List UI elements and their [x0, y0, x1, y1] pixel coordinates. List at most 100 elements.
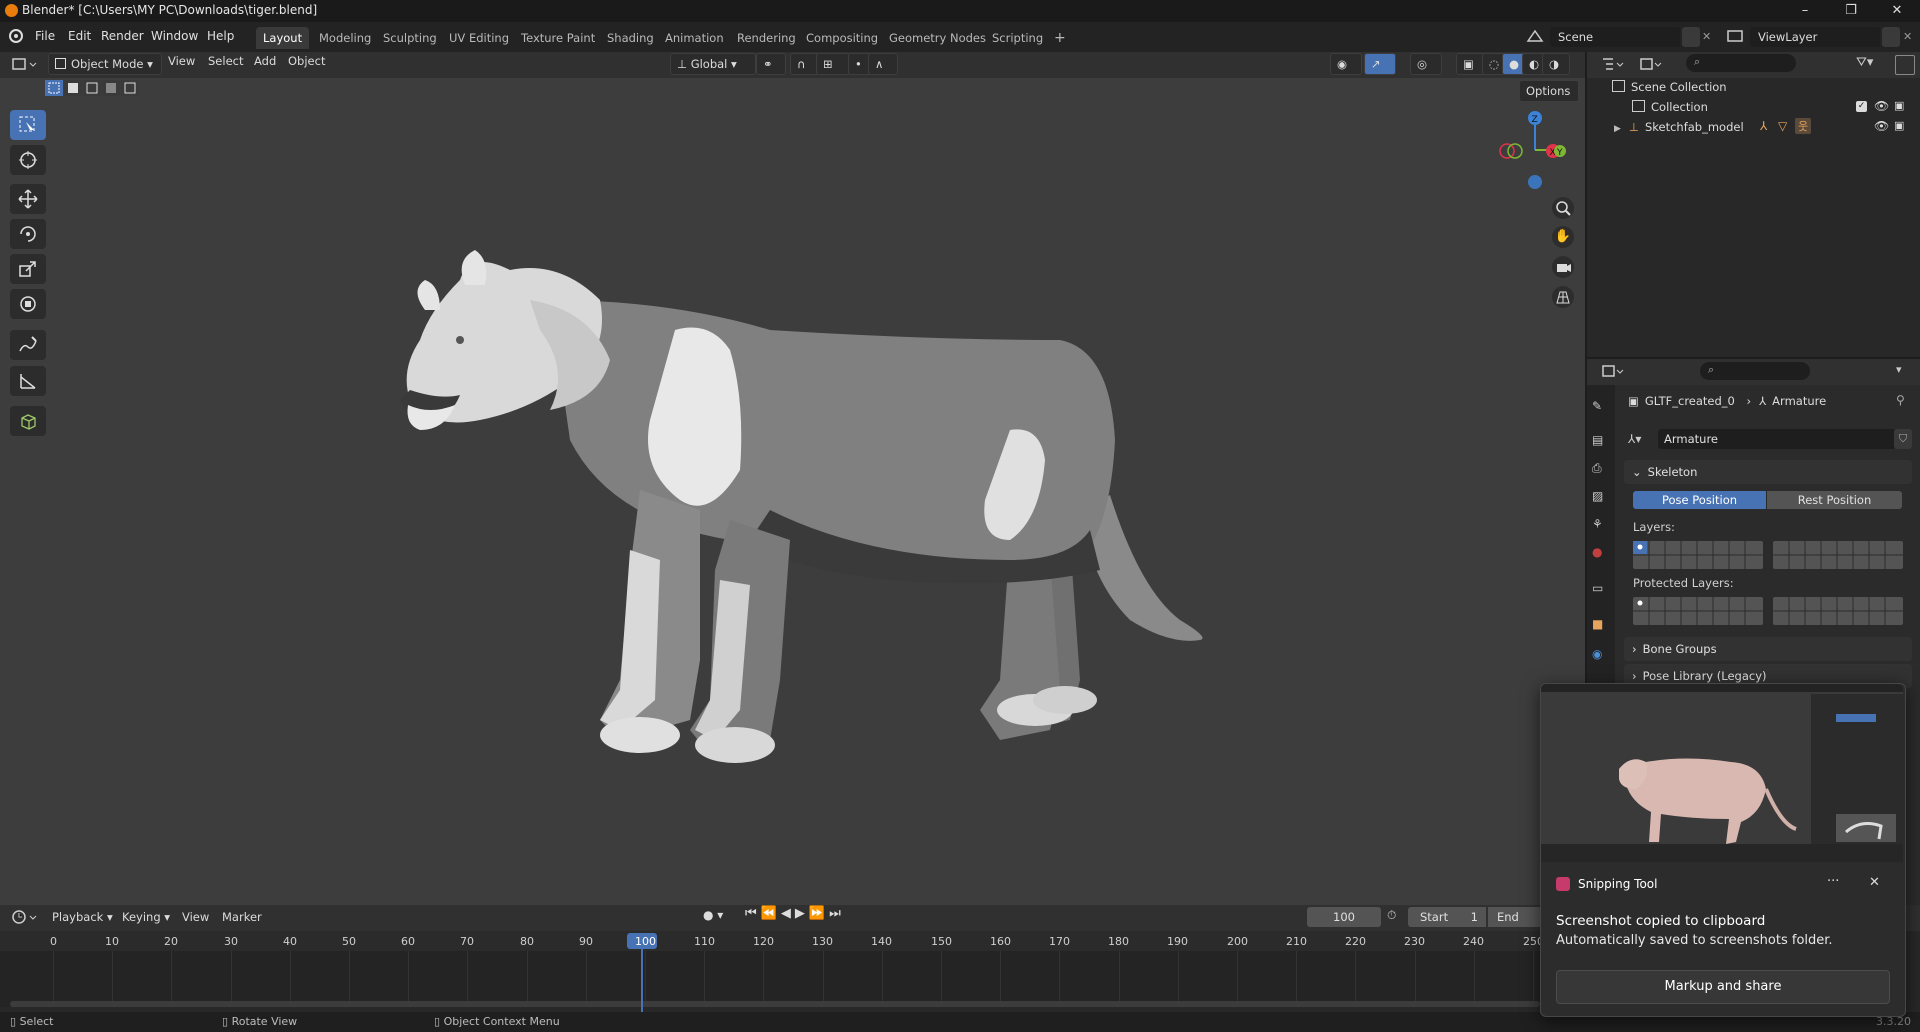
menu-select[interactable]: Select	[208, 54, 243, 68]
remove-viewlayer-icon[interactable]: ✕	[1903, 30, 1912, 43]
mode-selector[interactable]: Object Mode ▾	[48, 53, 162, 75]
armature-data-icon[interactable]: ⅄	[1760, 119, 1767, 133]
filter-icon[interactable]: ⛛▾	[1856, 55, 1886, 73]
eye-icon[interactable]: 👁	[1874, 119, 1889, 133]
display-mode-icon[interactable]	[1638, 55, 1664, 73]
menu-view[interactable]: View	[168, 54, 195, 68]
scene-icon[interactable]	[1525, 27, 1547, 47]
scene-selector[interactable]: Scene	[1550, 27, 1680, 47]
physics-tab-icon[interactable]: ◉	[1592, 647, 1610, 665]
scale-tool[interactable]	[10, 254, 46, 284]
options-button[interactable]: Options	[1519, 80, 1579, 102]
tab-compositing[interactable]: Compositing	[799, 27, 885, 49]
minimize-button[interactable]: –	[1782, 0, 1828, 22]
rendered-shading-icon[interactable]: ◑	[1542, 53, 1570, 75]
outliner-scene-collection[interactable]: Scene Collection	[1612, 78, 1727, 96]
menu-file[interactable]: File	[35, 29, 55, 43]
viewlayer-selector[interactable]: ViewLayer	[1750, 27, 1880, 47]
camera-render-icon[interactable]: ▣	[1894, 99, 1904, 112]
close-window-button[interactable]: ✕	[1874, 0, 1920, 22]
menu-timeline-view[interactable]: View	[182, 910, 209, 924]
bone-groups-panel-header[interactable]: › Bone Groups	[1624, 637, 1912, 661]
protected-layers-grid[interactable]	[1633, 596, 1903, 626]
overlay-icon[interactable]: ◎	[1410, 53, 1442, 75]
tiger-model[interactable]	[370, 240, 1220, 800]
cursor-tool[interactable]	[10, 145, 46, 175]
viewlayer-icon[interactable]	[1725, 27, 1745, 47]
selection-mode-buttons[interactable]	[45, 80, 139, 98]
start-frame-field[interactable]: Start 1	[1408, 907, 1486, 927]
perspective-grid-icon[interactable]	[1552, 286, 1574, 308]
prev-keyframe-icon[interactable]: ⏪	[761, 906, 781, 921]
menu-keying[interactable]: Keying ▾	[122, 910, 170, 924]
fake-user-shield-icon[interactable]: ⛉	[1894, 429, 1912, 449]
play-icon[interactable]: ▶	[795, 906, 809, 921]
tab-uv-editing[interactable]: UV Editing	[442, 27, 516, 49]
new-collection-icon[interactable]	[1895, 55, 1915, 75]
tab-sculpting[interactable]: Sculpting	[376, 27, 444, 49]
pose-position-button[interactable]: Pose Position	[1633, 491, 1766, 509]
remove-scene-icon[interactable]: ✕	[1702, 30, 1711, 43]
select-box-tool[interactable]	[10, 110, 46, 140]
menu-window[interactable]: Window	[151, 29, 198, 43]
new-viewlayer-icon[interactable]	[1882, 27, 1900, 47]
object-tab-icon[interactable]: ■	[1592, 617, 1610, 635]
tab-geometry-nodes[interactable]: Geometry Nodes	[882, 27, 993, 49]
timeline-editor-type-icon[interactable]	[10, 908, 40, 926]
screenshot-thumbnail[interactable]	[1541, 684, 1903, 862]
view-layer-tab-icon[interactable]: ▨	[1592, 489, 1610, 507]
menu-help[interactable]: Help	[207, 29, 234, 43]
armature-name-field[interactable]: Armature	[1658, 429, 1896, 449]
scene-tab-icon[interactable]: ⚘	[1592, 517, 1610, 535]
collection-checkbox[interactable]: ✓	[1856, 101, 1867, 112]
playhead-line[interactable]	[641, 949, 643, 1012]
render-tab-icon[interactable]: ▤	[1592, 433, 1610, 451]
skeleton-panel-header[interactable]: ⌄ Skeleton	[1624, 460, 1912, 484]
preview-range-icon[interactable]: ⏱	[1387, 908, 1405, 926]
world-tab-icon[interactable]: ●	[1592, 545, 1610, 563]
properties-search-input[interactable]: ⌕	[1700, 362, 1810, 380]
transform-orientation-selector[interactable]: ⊥ Global ▾	[670, 53, 756, 75]
end-frame-field[interactable]: End	[1488, 907, 1547, 927]
current-frame-field[interactable]: 100	[1307, 907, 1381, 927]
tool-tab-icon[interactable]: ✎	[1592, 399, 1610, 417]
camera-view-icon[interactable]	[1552, 256, 1574, 278]
menu-render[interactable]: Render	[101, 29, 144, 43]
jump-start-icon[interactable]: ⏮	[745, 906, 761, 921]
armature-browse-icon[interactable]: ⅄▾	[1628, 429, 1656, 449]
tab-shading[interactable]: Shading	[600, 27, 661, 49]
transform-tool[interactable]	[10, 289, 46, 319]
move-tool[interactable]	[10, 184, 46, 214]
playback-controls[interactable]: ⏮⏪◀▶⏩⏭	[745, 906, 865, 928]
toast-close-button[interactable]: ✕	[1869, 875, 1880, 890]
gizmo-toggle-icon[interactable]: ↗	[1364, 53, 1396, 75]
pivot-point-icon[interactable]: ⚭	[756, 53, 786, 75]
maximize-button[interactable]: ❐	[1828, 0, 1874, 22]
navigation-gizmo[interactable]: Z X Y	[1490, 104, 1570, 194]
editor-type-icon[interactable]	[10, 55, 40, 73]
menu-edit[interactable]: Edit	[68, 29, 91, 43]
layers-grid[interactable]	[1633, 540, 1903, 570]
tab-rendering[interactable]: Rendering	[730, 27, 803, 49]
tab-layout[interactable]: Layout	[256, 27, 310, 49]
mesh-data-icon[interactable]: ▽	[1778, 119, 1787, 133]
chevron-down-icon[interactable]: ▾	[1896, 363, 1902, 376]
properties-editor-type-icon[interactable]	[1600, 362, 1626, 380]
collection-tab-icon[interactable]: ▭	[1592, 581, 1610, 599]
menu-object[interactable]: Object	[288, 54, 325, 68]
outliner-editor-type-icon[interactable]	[1600, 55, 1626, 73]
auto-keying-icon[interactable]: ● ▾	[703, 908, 731, 926]
new-scene-icon[interactable]	[1682, 27, 1700, 47]
menu-playback[interactable]: Playback ▾	[52, 910, 113, 924]
pose-icon[interactable]: 웃	[1795, 118, 1811, 134]
next-keyframe-icon[interactable]: ⏩	[809, 906, 829, 921]
falloff-icon[interactable]: ∧	[868, 53, 898, 75]
pin-icon[interactable]: ⚲	[1896, 393, 1905, 407]
eye-icon[interactable]: 👁	[1874, 99, 1889, 113]
annotate-tool[interactable]	[10, 330, 46, 360]
rest-position-button[interactable]: Rest Position	[1767, 491, 1902, 509]
markup-and-share-button[interactable]: Markup and share	[1556, 970, 1890, 1004]
menu-add[interactable]: Add	[254, 54, 276, 68]
tab-texture-paint[interactable]: Texture Paint	[514, 27, 602, 49]
outliner-collection[interactable]: Collection	[1632, 98, 1708, 116]
